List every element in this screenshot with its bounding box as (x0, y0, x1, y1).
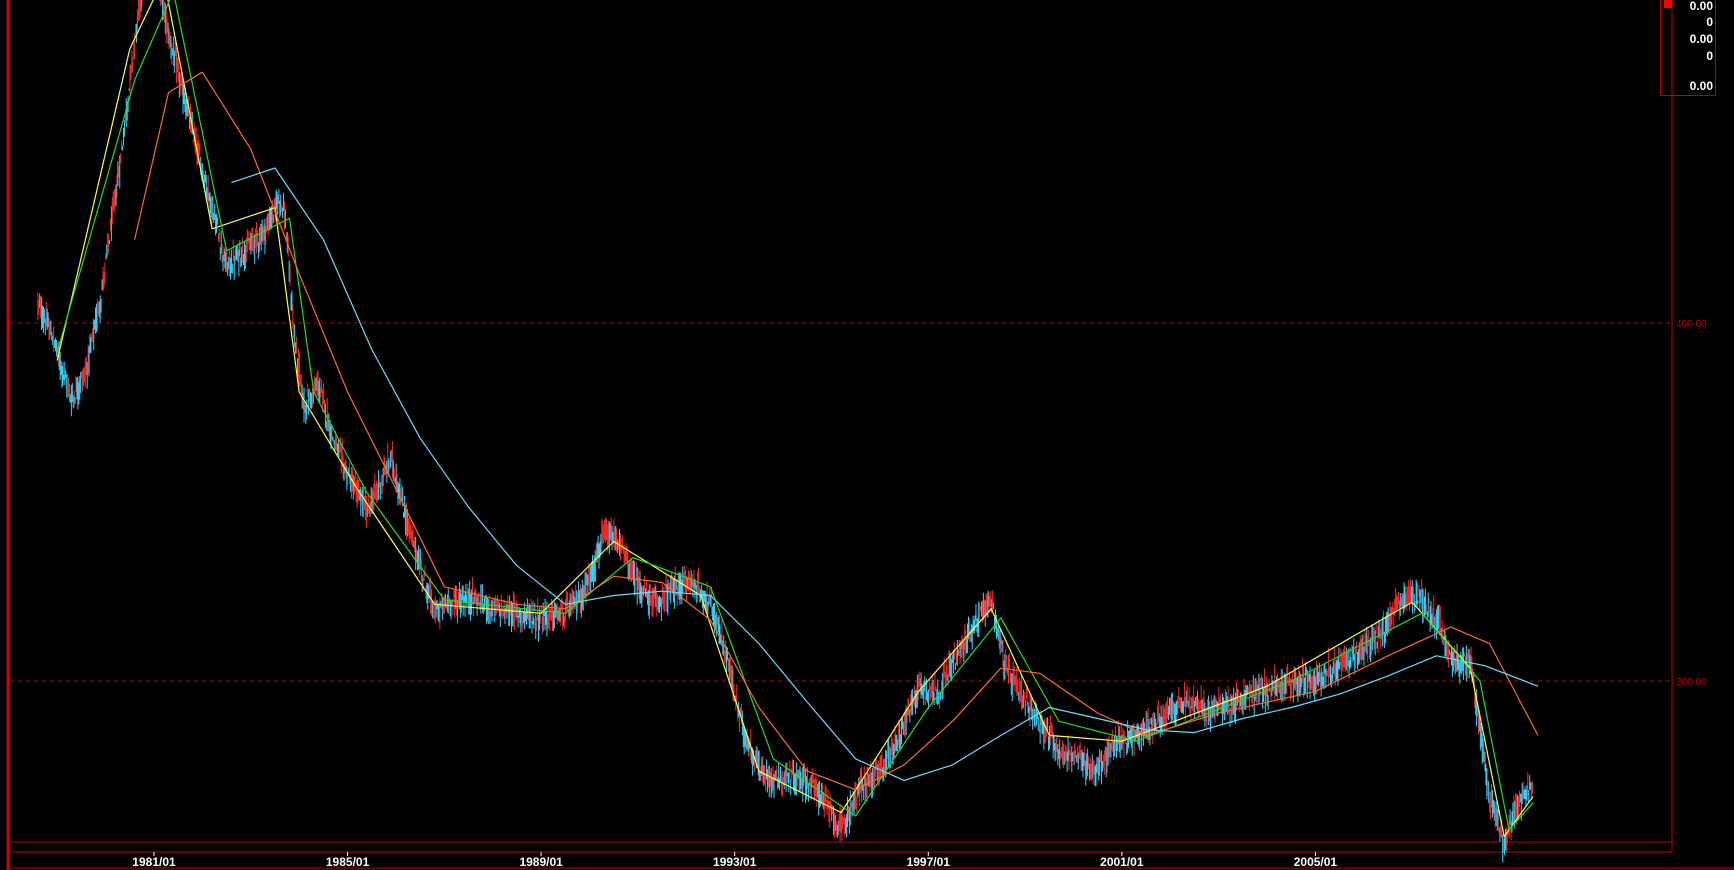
y-tick-label: 400.00 (1676, 319, 1707, 330)
info-value-1: 0.00 (1689, 0, 1713, 13)
info-value-3: 0.00 (1689, 32, 1713, 46)
x-tick-label: 2001/01 (1100, 855, 1144, 869)
x-tick-label: 2005/01 (1294, 855, 1338, 869)
x-tick-label: 1997/01 (907, 855, 951, 869)
x-tick-label: 1989/01 (519, 855, 563, 869)
info-panel: 0.00 0 0.00 0 0.00 (1660, 0, 1716, 96)
y-tick-label: 200.00 (1676, 677, 1707, 688)
info-value-2: 0 (1706, 15, 1713, 29)
info-value-4: 0 (1706, 49, 1713, 63)
x-tick-label: 1993/01 (713, 855, 757, 869)
x-tick-label: 1981/01 (132, 855, 176, 869)
x-tick-label: 1985/01 (326, 855, 370, 869)
price-chart: 1981/01 1985/01 1989/01 1993/01 1997/01 2001/… (0, 0, 1734, 870)
info-value-5: 0.00 (1689, 79, 1713, 93)
